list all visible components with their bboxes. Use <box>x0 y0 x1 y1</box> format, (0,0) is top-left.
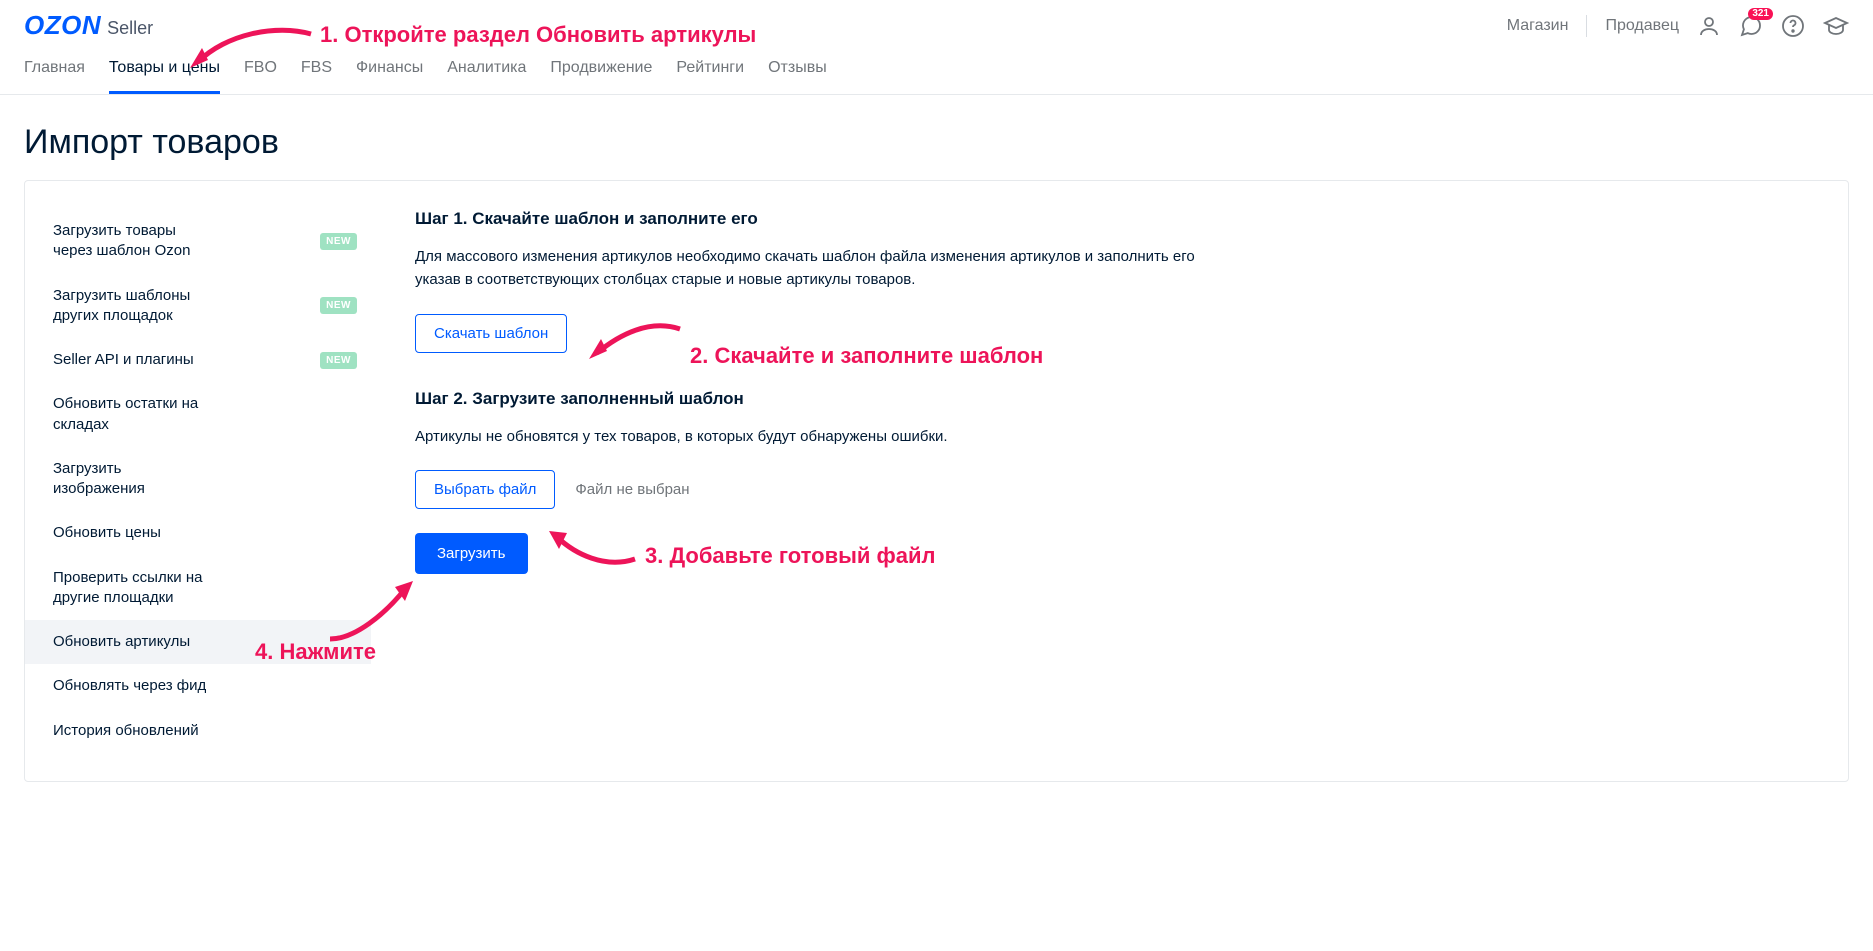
chat-icon[interactable]: 321 <box>1739 14 1763 38</box>
sidebar-item-upload-images[interactable]: Загрузить изображения <box>25 447 371 512</box>
header: OZON Seller Магазин Продавец 321 <box>0 0 1873 41</box>
sidebar-item-label: Загрузить шаблоны других площадок <box>53 286 213 327</box>
arrow-3-icon <box>545 529 640 573</box>
sidebar-item-update-stock[interactable]: Обновить остатки на складах <box>25 382 371 447</box>
upload-button[interactable]: Загрузить <box>415 533 528 574</box>
sidebar-item-update-prices[interactable]: Обновить цены <box>25 511 371 555</box>
step2-title: Шаг 2. Загрузите заполненный шаблон <box>415 389 1808 409</box>
help-icon[interactable] <box>1781 14 1805 38</box>
seller-link[interactable]: Продавец <box>1605 17 1679 35</box>
header-right: Магазин Продавец 321 <box>1507 14 1849 38</box>
nav-finance[interactable]: Финансы <box>356 59 423 94</box>
new-badge: NEW <box>320 297 357 314</box>
sidebar-item-label: История обновлений <box>53 721 199 741</box>
graduation-icon[interactable] <box>1823 14 1849 38</box>
sidebar-item-label: Загрузить изображения <box>53 459 213 500</box>
chat-badge: 321 <box>1748 8 1773 20</box>
sidebar-item-label: Обновить артикулы <box>53 632 190 652</box>
nav-reviews[interactable]: Отзывы <box>768 59 827 94</box>
sidebar-item-label: Обновлять через фид <box>53 676 206 696</box>
new-badge: NEW <box>320 233 357 250</box>
new-badge: NEW <box>320 352 357 369</box>
file-status: Файл не выбран <box>575 481 689 498</box>
nav-promotion[interactable]: Продвижение <box>550 59 652 94</box>
step2-desc: Артикулы не обновятся у тех товаров, в к… <box>415 425 1195 448</box>
file-row: Выбрать файл Файл не выбран <box>415 470 1808 509</box>
shop-link[interactable]: Магазин <box>1507 17 1569 35</box>
step1-desc: Для массового изменения артикулов необхо… <box>415 245 1195 292</box>
step1-title: Шаг 1. Скачайте шаблон и заполните его <box>415 209 1808 229</box>
sidebar-item-update-skus[interactable]: Обновить артикулы <box>25 620 371 664</box>
sidebar-item-label: Seller API и плагины <box>53 350 194 370</box>
logo[interactable]: OZON Seller <box>24 10 153 41</box>
nav-fbs[interactable]: FBS <box>301 59 332 94</box>
nav-products-prices[interactable]: Товары и цены <box>109 59 220 94</box>
user-icon[interactable] <box>1697 14 1721 38</box>
sidebar: Загрузить товары через шаблон Ozon NEW З… <box>25 209 385 753</box>
sidebar-item-check-links[interactable]: Проверить ссылки на другие площадки <box>25 556 371 621</box>
sidebar-item-update-history[interactable]: История обновлений <box>25 709 371 753</box>
annotation-2: 2. Скачайте и заполните шаблон <box>690 343 1043 369</box>
sidebar-item-seller-api[interactable]: Seller API и плагины NEW <box>25 338 371 382</box>
download-template-button[interactable]: Скачать шаблон <box>415 314 567 353</box>
sidebar-item-label: Загрузить товары через шаблон Ozon <box>53 221 213 262</box>
sidebar-item-upload-ozon-template[interactable]: Загрузить товары через шаблон Ozon NEW <box>25 209 371 274</box>
arrow-2-icon <box>585 319 685 369</box>
sidebar-item-update-feed[interactable]: Обновлять через фид <box>25 664 371 708</box>
divider <box>1586 15 1587 37</box>
main-area: Шаг 1. Скачайте шаблон и заполните его Д… <box>385 209 1848 753</box>
sidebar-item-upload-other-templates[interactable]: Загрузить шаблоны других площадок NEW <box>25 274 371 339</box>
content-panel: Загрузить товары через шаблон Ozon NEW З… <box>24 180 1849 782</box>
sidebar-item-label: Обновить остатки на складах <box>53 394 213 435</box>
nav-home[interactable]: Главная <box>24 59 85 94</box>
choose-file-button[interactable]: Выбрать файл <box>415 470 555 509</box>
sidebar-item-label: Проверить ссылки на другие площадки <box>53 568 213 609</box>
sidebar-item-label: Обновить цены <box>53 523 161 543</box>
nav-fbo[interactable]: FBO <box>244 59 277 94</box>
top-nav: Главная Товары и цены FBO FBS Финансы Ан… <box>0 41 1873 95</box>
nav-ratings[interactable]: Рейтинги <box>676 59 744 94</box>
logo-ozon: OZON <box>24 10 101 41</box>
page-title: Импорт товаров <box>0 95 1873 180</box>
annotation-3: 3. Добавьте готовый файл <box>645 543 936 569</box>
nav-analytics[interactable]: Аналитика <box>447 59 526 94</box>
logo-seller: Seller <box>107 18 153 39</box>
